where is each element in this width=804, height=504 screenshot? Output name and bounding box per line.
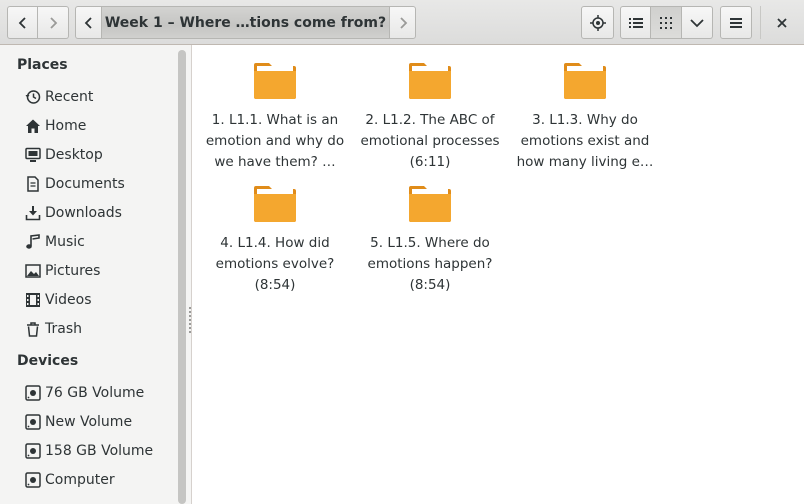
folder-icon bbox=[254, 186, 296, 222]
folder-icon bbox=[409, 186, 451, 222]
hamburger-menu-icon bbox=[730, 17, 742, 28]
sidebar-item-recent[interactable]: Recent bbox=[0, 82, 176, 111]
recent-clock-icon bbox=[24, 88, 42, 106]
file-name: 2. L1.2. The ABC of emotional processes … bbox=[360, 112, 500, 170]
sidebar-item-label: 76 GB Volume bbox=[45, 384, 145, 401]
sidebar-item-downloads[interactable]: Downloads bbox=[0, 198, 176, 227]
sidebar: Places Recent Home Desktop Documents Dow… bbox=[0, 45, 192, 504]
sidebar-item-home[interactable]: Home bbox=[0, 111, 176, 140]
folder-icon bbox=[254, 63, 296, 99]
location-target-icon bbox=[589, 14, 606, 31]
sidebar-item-label: Music bbox=[45, 233, 85, 250]
sidebar-item-videos[interactable]: Videos bbox=[0, 285, 176, 314]
file-name: 1. L1.1. What is an emotion and why do w… bbox=[205, 112, 345, 170]
drive-icon bbox=[24, 442, 42, 460]
chevron-left-icon bbox=[84, 16, 92, 29]
chevron-right-icon bbox=[50, 16, 58, 29]
sidebar-item-documents[interactable]: Documents bbox=[0, 169, 176, 198]
places-heading: Places bbox=[17, 57, 68, 73]
pane-resize-handle[interactable] bbox=[189, 307, 191, 333]
drive-icon bbox=[24, 413, 42, 431]
sidebar-scrollbar[interactable] bbox=[178, 50, 186, 504]
file-name: 5. L1.5. Where do emotions happen? (8:54… bbox=[367, 235, 493, 293]
list-view-button[interactable] bbox=[620, 6, 651, 39]
back-button[interactable] bbox=[7, 6, 38, 39]
sidebar-item-label: Videos bbox=[45, 291, 92, 308]
file-name: 3. L1.3. Why do emotions exist and how m… bbox=[516, 112, 654, 170]
drive-icon bbox=[24, 471, 42, 489]
sidebar-item-label: Desktop bbox=[45, 146, 103, 163]
folder-item[interactable]: 4. L1.4. How did emotions evolve? (8:54) bbox=[200, 168, 350, 296]
document-icon bbox=[24, 175, 42, 193]
sidebar-item-desktop[interactable]: Desktop bbox=[0, 140, 176, 169]
folder-item[interactable]: 5. L1.5. Where do emotions happen? (8:54… bbox=[355, 168, 505, 296]
folder-item[interactable]: 2. L1.2. The ABC of emotional processes … bbox=[355, 45, 505, 173]
sidebar-item-label: New Volume bbox=[45, 413, 133, 430]
path-current-folder[interactable]: Week 1 – Where …tions come from? bbox=[102, 6, 389, 39]
videos-icon bbox=[24, 291, 42, 309]
sidebar-item-pictures[interactable]: Pictures bbox=[0, 256, 176, 285]
sidebar-item-76gb-volume[interactable]: 76 GB Volume bbox=[0, 378, 176, 407]
sidebar-item-music[interactable]: Music bbox=[0, 227, 176, 256]
sidebar-item-new-volume[interactable]: New Volume bbox=[0, 407, 176, 436]
path-scroll-right-button[interactable] bbox=[389, 6, 416, 39]
close-icon bbox=[777, 17, 787, 28]
view-options-button[interactable] bbox=[682, 6, 713, 39]
folder-icon bbox=[564, 63, 606, 99]
sidebar-item-label: Home bbox=[45, 117, 87, 134]
forward-button[interactable] bbox=[38, 6, 69, 39]
chevron-left-icon bbox=[18, 16, 26, 29]
close-button[interactable] bbox=[766, 6, 798, 39]
sidebar-item-label: Trash bbox=[45, 320, 82, 337]
path-bar: Week 1 – Where …tions come from? bbox=[75, 6, 416, 39]
chevron-down-icon bbox=[690, 18, 704, 27]
devices-heading: Devices bbox=[17, 353, 79, 369]
folder-item[interactable]: 3. L1.3. Why do emotions exist and how m… bbox=[510, 45, 660, 173]
home-icon bbox=[24, 117, 42, 135]
sidebar-item-label: Recent bbox=[45, 88, 94, 105]
chevron-right-icon bbox=[399, 16, 407, 29]
music-icon bbox=[24, 233, 42, 251]
sidebar-item-trash[interactable]: Trash bbox=[0, 314, 176, 343]
download-icon bbox=[24, 204, 42, 222]
menu-button[interactable] bbox=[720, 6, 752, 39]
desktop-icon bbox=[24, 146, 42, 164]
file-grid: 1. L1.1. What is an emotion and why do w… bbox=[193, 45, 804, 504]
sidebar-item-158gb-volume[interactable]: 158 GB Volume bbox=[0, 436, 176, 465]
header-divider bbox=[760, 6, 761, 39]
sidebar-item-computer[interactable]: Computer bbox=[0, 465, 176, 494]
sidebar-item-label: Pictures bbox=[45, 262, 101, 279]
sidebar-item-label: Downloads bbox=[45, 204, 122, 221]
header-bar: Week 1 – Where …tions come from? bbox=[0, 0, 804, 45]
folder-item[interactable]: 1. L1.1. What is an emotion and why do w… bbox=[200, 45, 350, 173]
grid-view-icon bbox=[660, 16, 672, 29]
grid-view-button[interactable] bbox=[651, 6, 682, 39]
drive-icon bbox=[24, 384, 42, 402]
trash-icon bbox=[24, 320, 42, 338]
pictures-icon bbox=[24, 262, 42, 280]
list-view-icon bbox=[628, 17, 643, 28]
path-scroll-left-button[interactable] bbox=[75, 6, 102, 39]
location-button[interactable] bbox=[581, 6, 614, 39]
sidebar-item-label: Documents bbox=[45, 175, 125, 192]
folder-icon bbox=[409, 63, 451, 99]
file-name: 4. L1.4. How did emotions evolve? (8:54) bbox=[215, 235, 335, 293]
sidebar-item-label: 158 GB Volume bbox=[45, 442, 154, 459]
sidebar-item-label: Computer bbox=[45, 471, 115, 488]
